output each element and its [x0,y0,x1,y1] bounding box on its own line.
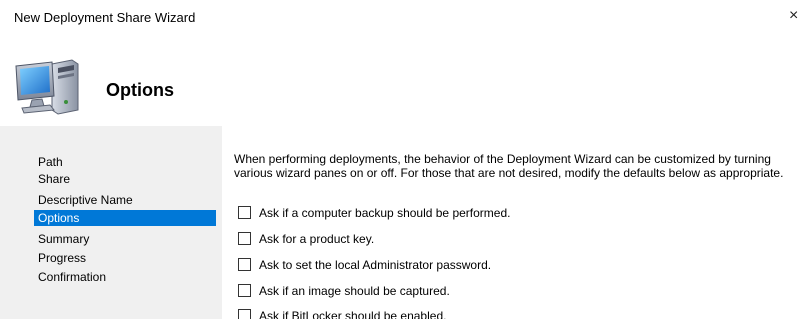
step-list: Path Share Descriptive Name Options Summ… [0,126,222,319]
window-title: New Deployment Share Wizard [14,10,196,25]
step-path[interactable]: Path [34,154,216,170]
wizard-body: Path Share Descriptive Name Options Summ… [0,126,803,319]
computer-backup-checkbox[interactable] [238,206,251,220]
step-summary[interactable]: Summary [34,231,216,247]
option-admin-password[interactable]: Ask to set the local Administrator passw… [238,256,491,272]
step-confirmation[interactable]: Confirmation [34,269,216,285]
capture-image-label[interactable]: Ask if an image should be captured. [259,284,450,298]
title-bar: New Deployment Share Wizard × [0,0,803,34]
page-title: Options [106,80,174,100]
step-progress[interactable]: Progress [34,250,216,266]
capture-image-checkbox[interactable] [238,284,251,298]
close-button[interactable]: × [789,4,803,28]
computer-backup-label[interactable]: Ask if a computer backup should be perfo… [259,206,510,220]
step-descriptive-name[interactable]: Descriptive Name [34,192,216,208]
product-key-label[interactable]: Ask for a product key. [259,232,374,246]
options-panel: When performing deployments, the behavio… [222,126,803,319]
admin-password-label[interactable]: Ask to set the local Administrator passw… [259,258,491,272]
bitlocker-label[interactable]: Ask if BitLocker should be enabled. [259,309,446,319]
wizard-header: Options [0,34,803,126]
step-share[interactable]: Share [34,171,216,187]
step-options[interactable]: Options [34,210,216,226]
option-product-key[interactable]: Ask for a product key. [238,230,374,246]
option-bitlocker[interactable]: Ask if BitLocker should be enabled. [238,307,446,319]
computer-icon [15,59,79,115]
wizard-window: New Deployment Share Wizard × Options Pa… [0,0,803,319]
option-computer-backup[interactable]: Ask if a computer backup should be perfo… [238,204,510,220]
options-description: When performing deployments, the behavio… [234,152,784,180]
product-key-checkbox[interactable] [238,232,251,246]
option-capture-image[interactable]: Ask if an image should be captured. [238,282,450,298]
admin-password-checkbox[interactable] [238,258,251,272]
bitlocker-checkbox[interactable] [238,309,251,319]
